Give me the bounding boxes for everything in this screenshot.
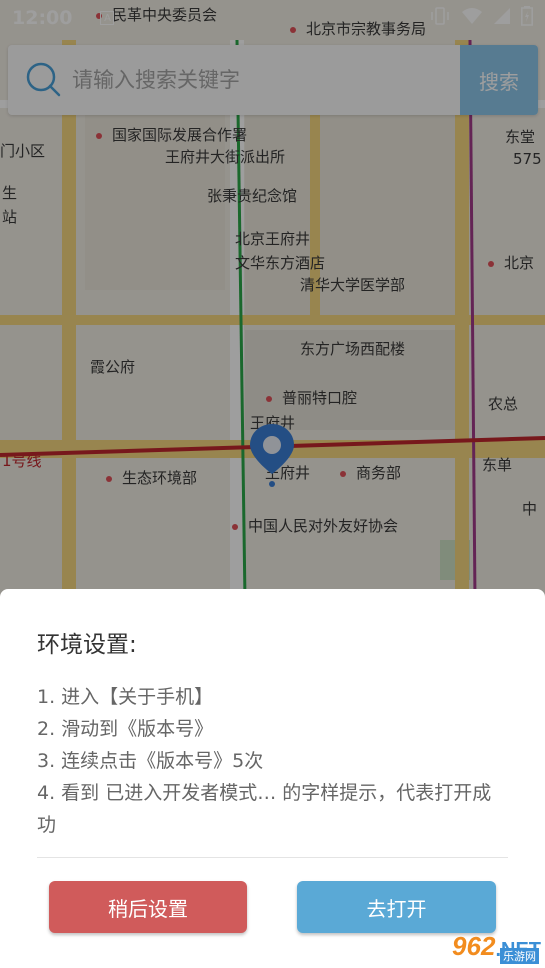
step-text: 2. 滑动到《版本号》: [37, 718, 214, 740]
dialog-title: 环境设置:: [37, 632, 137, 658]
later-button[interactable]: 稍后设置: [49, 881, 247, 933]
step-text: 1. 进入【关于手机】: [37, 686, 214, 708]
site-watermark-logo: 962 .NET 乐游网: [452, 931, 541, 964]
watermark-number: 962: [452, 931, 496, 961]
step-text: 3. 连续点击《版本号》5次: [37, 750, 264, 772]
dialog-steps: 1. 进入【关于手机】 2. 滑动到《版本号》 3. 连续点击《版本号》5次 4…: [37, 681, 507, 841]
open-button[interactable]: 去打开: [297, 881, 496, 933]
step-text: 4. 看到 已进入开发者模式… 的字样提示，代表打开成功: [37, 782, 492, 836]
watermark-sub: 乐游网: [500, 948, 539, 964]
dialog-divider: [37, 857, 508, 858]
environment-settings-dialog: 环境设置: 1. 进入【关于手机】 2. 滑动到《版本号》 3. 连续点击《版本…: [0, 589, 545, 968]
